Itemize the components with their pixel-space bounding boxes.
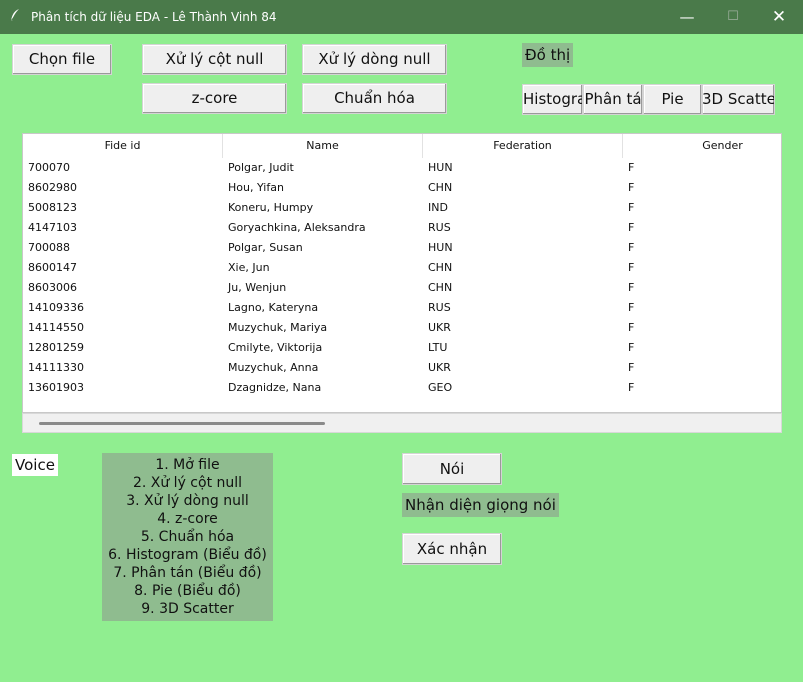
table-cell: 13601903 (28, 381, 84, 394)
table-cell: F (628, 161, 635, 174)
table-cell: IND (428, 201, 448, 214)
table-cell: LTU (428, 341, 448, 354)
table-cell: HUN (428, 241, 453, 254)
table-cell: UKR (428, 321, 451, 334)
voice-command-item: 2. Xử lý cột null (132, 475, 243, 491)
chart-label: Đồ thị (522, 43, 574, 67)
table-row[interactable]: 8603006 Ju, Wenjun CHN F (23, 278, 781, 298)
table-row[interactable]: 13601903 Dzagnidze, Nana GEO F (23, 378, 781, 398)
table-cell: GEO (428, 381, 453, 394)
table-cell: HUN (428, 161, 453, 174)
table-cell: 12801259 (28, 341, 84, 354)
scatter-3d-button[interactable]: 3D Scatter (702, 84, 775, 115)
table-cell: F (628, 221, 635, 234)
table-cell: 14111330 (28, 361, 84, 374)
table-cell: Cmilyte, Viktorija (228, 341, 323, 354)
table-cell: 5008123 (28, 201, 77, 214)
table-cell: Goryachkina, Aleksandra (228, 221, 366, 234)
table-cell: 700070 (28, 161, 70, 174)
table-cell: F (628, 241, 635, 254)
null-columns-button[interactable]: Xử lý cột null (142, 44, 287, 75)
voice-command-item: 6. Histogram (Biểu đồ) (108, 547, 267, 563)
table-cell: F (628, 281, 635, 294)
table-header: Fide id Name Federation Gender (23, 134, 781, 158)
horizontal-scrollbar[interactable] (22, 413, 782, 433)
table-row[interactable]: 700088 Polgar, Susan HUN F (23, 238, 781, 258)
maximize-icon[interactable]: ☐ (710, 4, 756, 30)
voice-command-item: 7. Phân tán (Biểu đồ) (113, 565, 262, 581)
voice-label: Voice (12, 454, 58, 476)
table-cell: CHN (428, 181, 453, 194)
normalize-button[interactable]: Chuẩn hóa (302, 83, 447, 114)
table-cell: Koneru, Humpy (228, 201, 314, 214)
table-row[interactable]: 14114550 Muzychuk, Mariya UKR F (23, 318, 781, 338)
voice-command-item: 9. 3D Scatter (141, 601, 234, 617)
voice-command-item: 1. Mở file (155, 457, 220, 473)
table-cell: Muzychuk, Anna (228, 361, 319, 374)
recognition-label: Nhận diện giọng nói (402, 493, 559, 517)
voice-command-item: 8. Pie (Biểu đồ) (134, 583, 241, 599)
table-cell: F (628, 181, 635, 194)
column-header-name[interactable]: Name (223, 134, 423, 158)
table-cell: CHN (428, 261, 453, 274)
zcore-button[interactable]: z-core (142, 83, 287, 114)
table-row[interactable]: 4147103 Goryachkina, Aleksandra RUS F (23, 218, 781, 238)
table-row[interactable]: 8600147 Xie, Jun CHN F (23, 258, 781, 278)
window-title: Phân tích dữ liệu EDA - Lê Thành Vinh 84 (31, 10, 277, 24)
table-cell: Xie, Jun (228, 261, 270, 274)
column-header-federation[interactable]: Federation (423, 134, 623, 158)
table-cell: Hou, Yifan (228, 181, 284, 194)
table-row[interactable]: 5008123 Koneru, Humpy IND F (23, 198, 781, 218)
table-cell: F (628, 381, 635, 394)
table-cell: 14109336 (28, 301, 84, 314)
table-cell: 8603006 (28, 281, 77, 294)
title-bar: Phân tích dữ liệu EDA - Lê Thành Vinh 84… (0, 0, 803, 34)
scrollbar-thumb[interactable] (39, 422, 325, 425)
choose-file-button[interactable]: Chọn file (12, 44, 112, 75)
feather-icon (9, 8, 21, 26)
table-cell: UKR (428, 361, 451, 374)
table-row[interactable]: 700070 Polgar, Judit HUN F (23, 158, 781, 178)
table-cell: Ju, Wenjun (228, 281, 287, 294)
table-cell: F (628, 361, 635, 374)
voice-command-item: 5. Chuẩn hóa (140, 529, 235, 545)
column-header-gender[interactable]: Gender (623, 134, 781, 158)
table-cell: Lagno, Kateryna (228, 301, 319, 314)
column-header-fide-id[interactable]: Fide id (23, 134, 223, 158)
table-cell: RUS (428, 221, 451, 234)
table-cell: 700088 (28, 241, 70, 254)
table-cell: F (628, 201, 635, 214)
histogram-button[interactable]: Histogra (522, 84, 583, 115)
table-cell: Dzagnidze, Nana (228, 381, 322, 394)
speak-button[interactable]: Nói (402, 453, 502, 485)
table-row[interactable]: 14109336 Lagno, Kateryna RUS F (23, 298, 781, 318)
voice-command-item: 3. Xử lý dòng null (126, 493, 249, 509)
table-cell: 8602980 (28, 181, 77, 194)
data-table[interactable]: Fide id Name Federation Gender 700070 Pol… (22, 133, 782, 413)
table-cell: F (628, 321, 635, 334)
confirm-button[interactable]: Xác nhận (402, 533, 502, 565)
voice-command-item: 4. z-core (157, 511, 218, 527)
minimize-icon[interactable]: — (664, 4, 710, 30)
table-row[interactable]: 14111330 Muzychuk, Anna UKR F (23, 358, 781, 378)
table-cell: Muzychuk, Mariya (228, 321, 328, 334)
table-cell: CHN (428, 281, 453, 294)
pie-button[interactable]: Pie (643, 84, 702, 115)
table-cell: 14114550 (28, 321, 84, 334)
table-cell: Polgar, Susan (228, 241, 303, 254)
table-cell: RUS (428, 301, 451, 314)
close-icon[interactable]: ✕ (756, 4, 802, 30)
table-row[interactable]: 8602980 Hou, Yifan CHN F (23, 178, 781, 198)
table-cell: Polgar, Judit (228, 161, 294, 174)
table-cell: 4147103 (28, 221, 77, 234)
null-rows-button[interactable]: Xử lý dòng null (302, 44, 447, 75)
table-cell: F (628, 301, 635, 314)
table-cell: F (628, 261, 635, 274)
table-row[interactable]: 12801259 Cmilyte, Viktorija LTU F (23, 338, 781, 358)
voice-commands-panel: 1. Mở file 2. Xử lý cột null 3. Xử lý dòng… (102, 453, 273, 621)
table-cell: 8600147 (28, 261, 77, 274)
scatter-button[interactable]: Phân tá (583, 84, 643, 115)
table-cell: F (628, 341, 635, 354)
